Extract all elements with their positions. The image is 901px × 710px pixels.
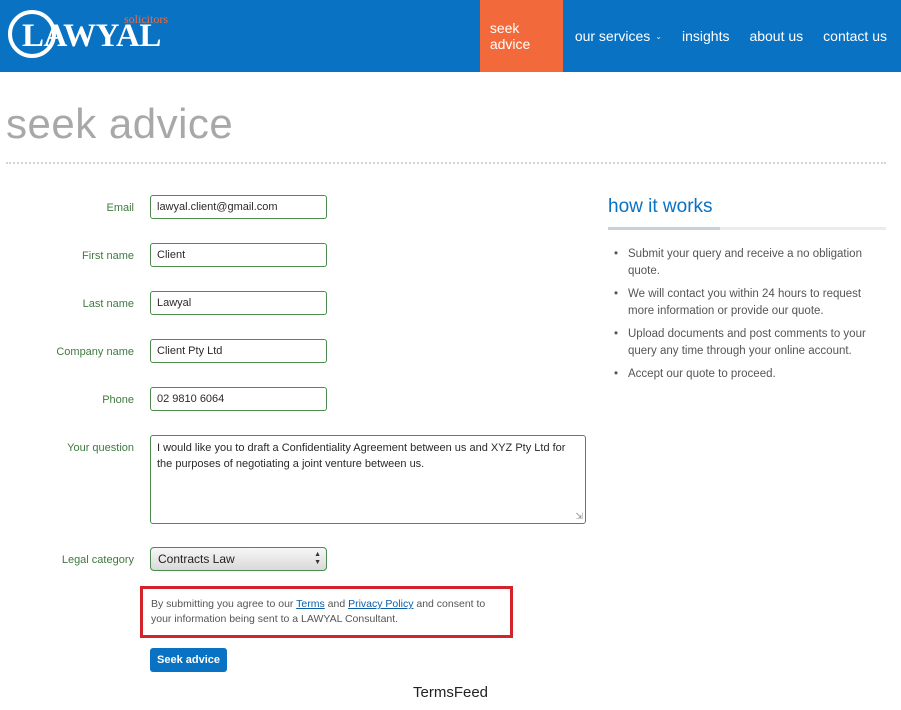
- list-item: Accept our quote to proceed.: [612, 366, 888, 383]
- seek-advice-button[interactable]: Seek advice: [150, 648, 227, 672]
- email-label: Email: [106, 202, 134, 214]
- consent-prefix: By submitting you agree to our: [151, 598, 297, 610]
- phone-label: Phone: [102, 394, 134, 406]
- nav-label: seek advice: [489, 20, 531, 52]
- list-item: Submit your query and receive a no oblig…: [612, 246, 888, 280]
- how-it-works-divider-accent: [608, 227, 720, 230]
- nav-about-us[interactable]: about us: [739, 0, 813, 72]
- last-name-label: Last name: [82, 298, 134, 310]
- nav-label: contact us: [823, 28, 887, 44]
- nav-label: our services: [574, 28, 651, 44]
- termsfeed-watermark: TermsFeed: [412, 684, 489, 701]
- legal-category-label: Legal category: [61, 554, 134, 566]
- nav-insights[interactable]: insights: [672, 0, 739, 72]
- first-name-label: First name: [82, 250, 134, 262]
- select-arrows-icon: ▲ ▼: [314, 551, 321, 566]
- privacy-policy-link[interactable]: Privacy Policy: [348, 598, 413, 610]
- email-field[interactable]: lawyal.client@gmail.com: [150, 195, 327, 219]
- nav-label: insights: [681, 28, 730, 44]
- first-name-field[interactable]: Client: [150, 243, 327, 267]
- legal-category-value: Contracts Law: [158, 552, 235, 566]
- legal-category-select[interactable]: Contracts Law ▲ ▼: [150, 547, 327, 571]
- list-item: Upload documents and post comments to yo…: [612, 326, 888, 360]
- site-header: LAWYAL solicitors seek advice our servic…: [0, 0, 901, 72]
- phone-field[interactable]: 02 9810 6064: [150, 387, 327, 411]
- question-label: Your question: [67, 442, 134, 454]
- consent-notice: By submitting you agree to our Terms and…: [140, 586, 513, 638]
- nav-label: about us: [749, 28, 804, 44]
- company-name-label: Company name: [56, 346, 134, 358]
- nav-contact-us[interactable]: contact us: [813, 0, 901, 72]
- consent-middle: and: [324, 598, 349, 610]
- list-item: We will contact you within 24 hours to r…: [612, 286, 888, 320]
- page-title: seek advice: [6, 100, 234, 147]
- last-name-field[interactable]: Lawyal: [150, 291, 327, 315]
- how-it-works-list: Submit your query and receive a no oblig…: [612, 246, 888, 389]
- nav-seek-advice[interactable]: seek advice: [479, 0, 563, 72]
- how-it-works-title: how it works: [608, 196, 713, 217]
- logo[interactable]: LAWYAL solicitors: [6, 8, 176, 60]
- company-name-field[interactable]: Client Pty Ltd: [150, 339, 327, 363]
- nav-our-services[interactable]: our services ⌄: [565, 0, 672, 72]
- terms-link[interactable]: Terms: [296, 598, 325, 610]
- question-textarea[interactable]: I would like you to draft a Confidential…: [150, 435, 586, 524]
- logo-tagline: solicitors: [124, 12, 168, 26]
- chevron-down-icon: ⌄: [655, 31, 662, 41]
- question-text: I would like you to draft a Confidential…: [157, 442, 566, 470]
- main-nav: seek advice our services ⌄ insights abou…: [479, 0, 901, 72]
- resize-handle-icon[interactable]: ⇲: [575, 512, 583, 521]
- title-divider: [6, 162, 886, 164]
